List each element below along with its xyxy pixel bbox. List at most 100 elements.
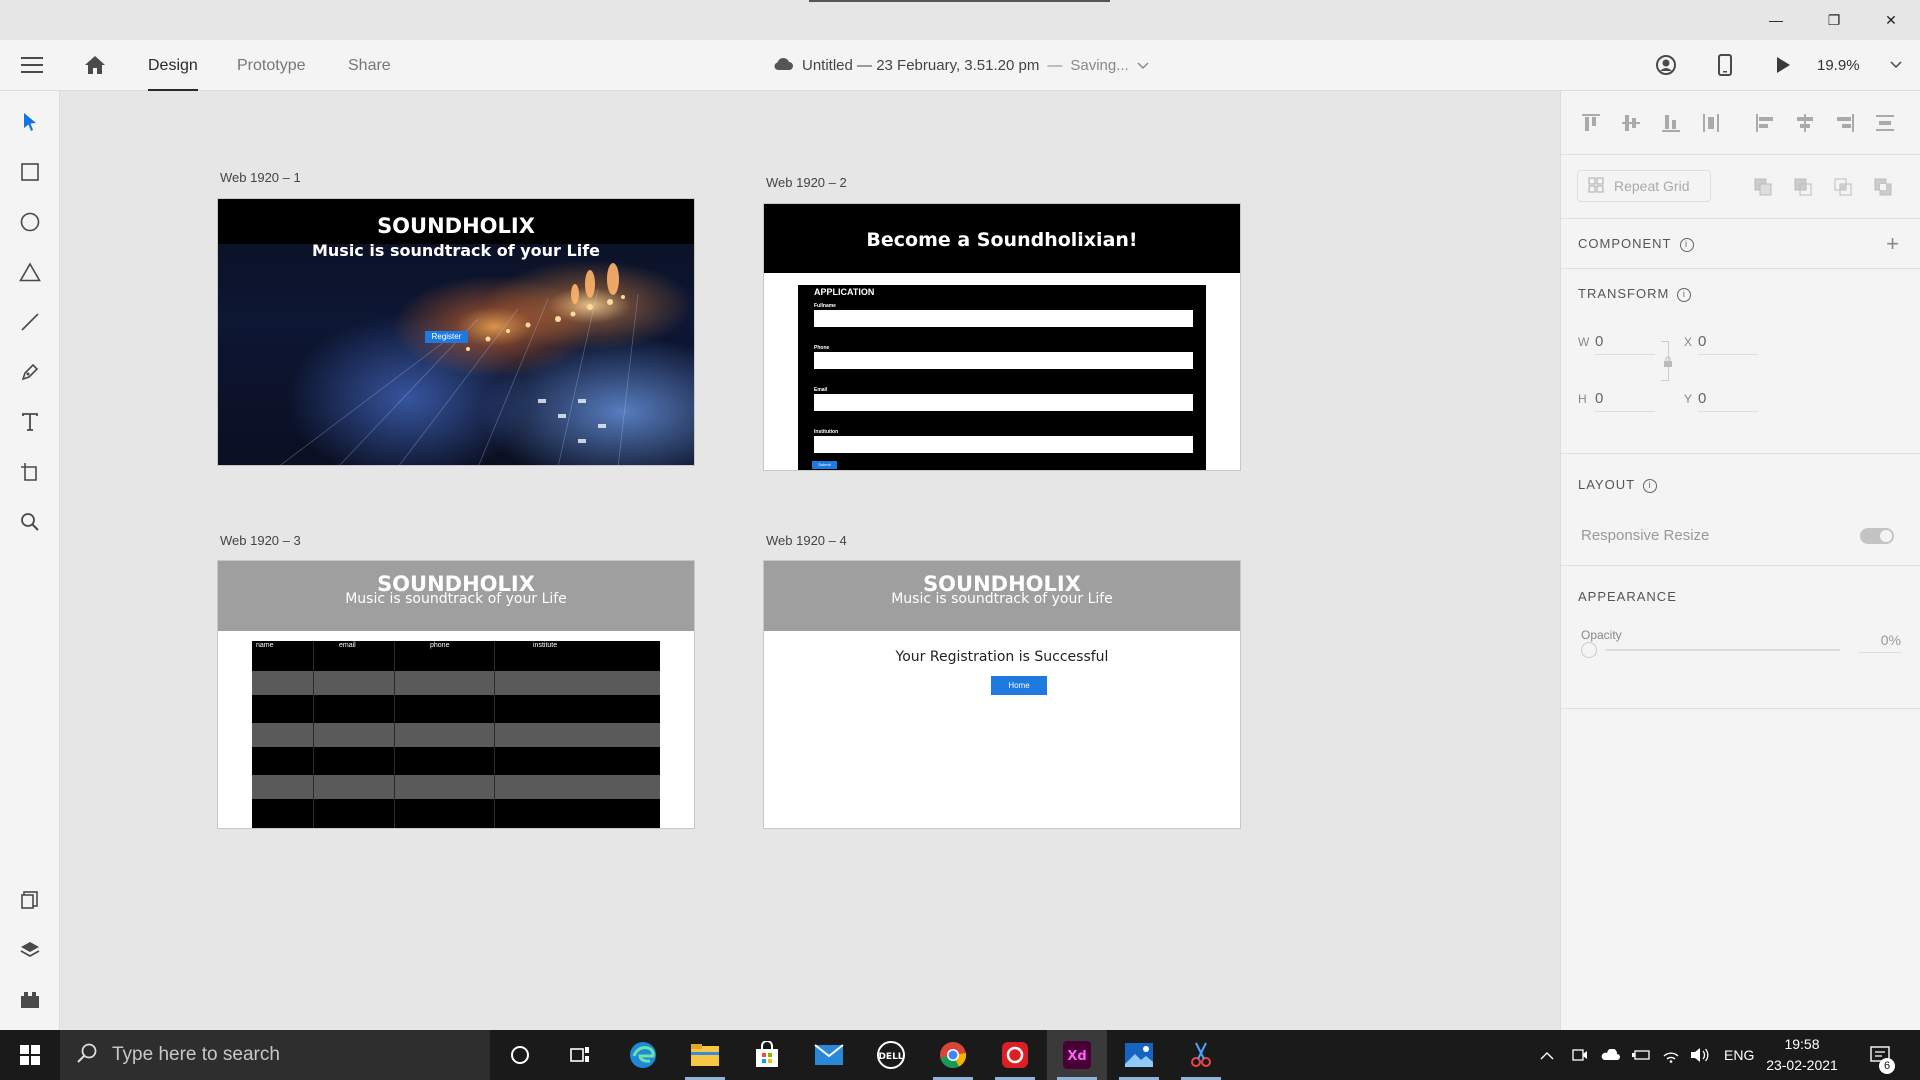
creative-cloud-icon[interactable] [985,1030,1045,1080]
width-field[interactable]: 0 [1595,333,1655,355]
saving-status: Saving... [1070,57,1129,74]
x-field[interactable]: 0 [1698,333,1758,355]
ellipse-icon[interactable] [15,207,45,237]
institution-field[interactable] [814,436,1193,453]
boolean-add-icon[interactable] [1751,175,1775,199]
tab-prototype[interactable]: Prototype [237,40,305,91]
adobe-xd-icon[interactable]: Xd [1047,1030,1107,1080]
repeat-grid-button[interactable]: Repeat Grid [1577,170,1711,202]
play-preview-icon[interactable] [1770,53,1796,77]
start-button[interactable] [0,1030,60,1080]
mobile-preview-icon[interactable] [1712,53,1738,77]
y-field[interactable]: 0 [1698,390,1758,412]
pen-icon[interactable] [15,357,45,387]
close-button[interactable]: ✕ [1862,0,1920,40]
plugins-icon[interactable] [15,985,45,1015]
meet-now-icon[interactable] [1572,1030,1588,1080]
tab-design[interactable]: Design [148,40,198,91]
design-canvas[interactable]: Web 1920 – 1 SOUNDHOLIX Music is soundtr… [61,91,1560,1030]
info-icon[interactable]: i [1643,478,1658,493]
opacity-slider-track[interactable] [1605,649,1840,651]
language-indicator[interactable]: ENG [1724,1030,1754,1080]
maximize-button[interactable]: ❐ [1805,0,1863,40]
transform-heading: TRANSFORM i [1578,286,1692,302]
distribute-vertical-icon[interactable] [1873,111,1897,135]
artboard-web-2[interactable]: Become a Soundholixian! APPLICATION Full… [763,203,1241,471]
layers-icon[interactable] [15,935,45,965]
opacity-slider-handle[interactable] [1581,642,1597,658]
onedrive-icon[interactable] [1600,1030,1620,1080]
align-left-icon[interactable] [1753,111,1777,135]
boolean-subtract-icon[interactable] [1791,175,1815,199]
assets-icon[interactable] [15,885,45,915]
appearance-section: APPEARANCE Opacity 0% [1561,566,1920,709]
lock-icon[interactable] [1663,355,1673,373]
chevron-up-icon[interactable] [1540,1030,1554,1080]
align-center-icon[interactable] [1793,111,1817,135]
minimize-button[interactable]: — [1747,0,1805,40]
file-explorer-icon[interactable] [675,1030,735,1080]
email-label: Email [814,387,828,393]
store-icon[interactable] [737,1030,797,1080]
fullname-field[interactable] [814,310,1193,327]
align-bottom-icon[interactable] [1659,111,1683,135]
zoom-level[interactable]: 19.9% [1817,40,1860,91]
tab-share[interactable]: Share [348,40,391,91]
photos-icon[interactable] [1109,1030,1169,1080]
artboard-web-4[interactable]: SOUNDHOLIX Music is soundtrack of your L… [763,560,1241,829]
volume-icon[interactable] [1690,1030,1710,1080]
polygon-icon[interactable] [15,257,45,287]
info-icon[interactable]: i [1679,237,1694,252]
dell-icon[interactable]: DELL [861,1030,921,1080]
hamburger-menu-icon[interactable] [18,53,46,77]
align-right-icon[interactable] [1833,111,1857,135]
clock-time: 19:58 [1784,1036,1820,1052]
column-header-phone: phone [430,642,450,649]
zoom-icon[interactable] [15,507,45,537]
mail-icon[interactable] [799,1030,859,1080]
cortana-icon[interactable] [490,1030,550,1080]
chrome-icon[interactable] [923,1030,983,1080]
wifi-icon[interactable] [1662,1030,1680,1080]
line-icon[interactable] [15,307,45,337]
task-view-icon[interactable] [550,1030,610,1080]
taskbar-search-box[interactable]: Type here to search [60,1030,490,1080]
align-middle-icon[interactable] [1619,111,1643,135]
system-clock[interactable]: 19:58 23-02-2021 [1762,1034,1842,1076]
home-button[interactable]: Home [991,676,1047,695]
artboard-label-3[interactable]: Web 1920 – 3 [220,533,301,548]
artboard-web-3[interactable]: SOUNDHOLIX Music is soundtrack of your L… [217,560,695,829]
battery-icon[interactable] [1632,1030,1650,1080]
artboard-label-4[interactable]: Web 1920 – 4 [766,533,847,548]
zoom-chevron-down-icon[interactable] [1888,58,1904,72]
text-icon[interactable] [15,407,45,437]
artboard-web-1[interactable]: SOUNDHOLIX Music is soundtrack of your L… [217,198,695,466]
info-icon[interactable]: i [1677,287,1692,302]
edge-icon[interactable] [613,1030,673,1080]
boolean-exclude-icon[interactable] [1871,175,1895,199]
rectangle-icon[interactable] [15,157,45,187]
register-button[interactable]: Register [425,331,468,343]
share-user-icon[interactable] [1652,53,1680,77]
responsive-resize-toggle[interactable] [1860,528,1894,544]
artboard-icon[interactable] [15,457,45,487]
chevron-down-icon[interactable] [1137,57,1149,74]
phone-field[interactable] [814,352,1193,369]
home-icon[interactable] [82,53,108,77]
submit-button[interactable]: Submit [812,461,837,469]
distribute-horizontal-icon[interactable] [1699,111,1723,135]
snip-icon[interactable] [1171,1030,1231,1080]
layout-title: LAYOUT [1578,477,1636,492]
opacity-value[interactable]: 0% [1859,632,1901,653]
select-icon[interactable] [15,107,45,137]
add-component-icon[interactable]: + [1886,231,1899,257]
email-field[interactable] [814,394,1193,411]
align-top-icon[interactable] [1579,111,1603,135]
height-field[interactable]: 0 [1595,390,1655,412]
page-subtitle: Music is soundtrack of your Life [345,591,567,607]
transform-section: TRANSFORM i W 0 X 0 H 0 Y 0 [1561,269,1920,454]
document-title[interactable]: Untitled — 23 February, 3.51.20 pm — Sav… [772,40,1149,91]
artboard-label-1[interactable]: Web 1920 – 1 [220,170,301,185]
boolean-intersect-icon[interactable] [1831,175,1855,199]
artboard-label-2[interactable]: Web 1920 – 2 [766,175,847,190]
